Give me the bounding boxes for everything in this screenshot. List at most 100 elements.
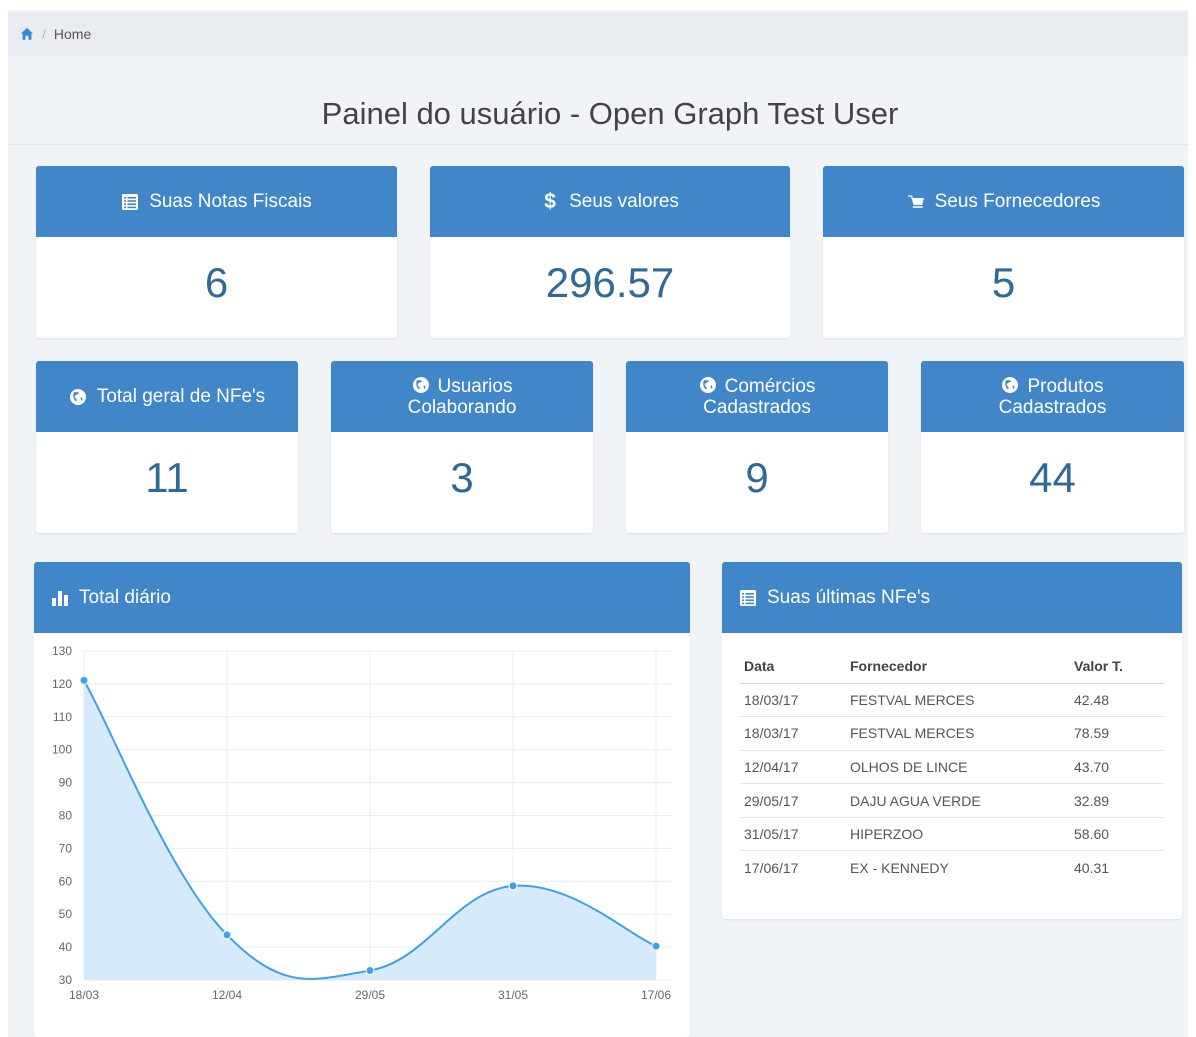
card-header: Comércios Cadastrados (626, 361, 888, 432)
panel-header: Total diário (34, 562, 690, 633)
card-label: Seus valores (569, 191, 679, 212)
cart-icon (907, 195, 924, 208)
table-row[interactable]: 29/05/17 DAJU AGUA VERDE 32.89 (740, 783, 1164, 818)
card-label-line2: Cadastrados (703, 396, 811, 418)
card-value: 44 (1029, 454, 1076, 501)
table-row[interactable]: 18/03/17 FESTVAL MERCES 42.48 (740, 683, 1164, 718)
cell-data: 18/03/17 (740, 716, 846, 751)
breadcrumb-separator: / (42, 26, 46, 42)
x-tick-label: 17/06 (641, 988, 671, 1002)
cell-fornecedor: FESTVAL MERCES (846, 716, 1070, 751)
card-label: Suas Notas Fiscais (149, 191, 312, 212)
card-value: 5 (991, 259, 1016, 306)
total-nfes-card[interactable]: Total geral de NFe's 11 (36, 361, 298, 533)
cell-valor: 40.31 (1074, 860, 1110, 877)
card-label: Total geral de NFe's (96, 386, 266, 407)
data-point (79, 675, 89, 685)
x-tick-label: 12/04 (212, 988, 242, 1002)
globe-icon (699, 376, 716, 393)
table-row[interactable]: 31/05/17 HIPERZOO 58.60 (740, 817, 1164, 852)
column-header-fornecedor: Fornecedor (846, 650, 1070, 684)
notas-fiscais-card[interactable]: Suas Notas Fiscais 6 (36, 166, 397, 338)
y-tick-label: 120 (52, 677, 72, 691)
card-value: 9 (745, 454, 769, 501)
x-tick-label: 31/05 (498, 988, 528, 1002)
card-header: Produtos Cadastrados (921, 361, 1184, 432)
breadcrumb-home-link[interactable]: Home (54, 26, 91, 42)
usuarios-colaborando-card[interactable]: Usuarios Colaborando 3 (331, 361, 593, 533)
card-header: Suas Notas Fiscais (36, 166, 397, 237)
card-header: Seus Fornecedores (823, 166, 1184, 237)
cell-fornecedor: EX - KENNEDY (850, 860, 949, 877)
panel-header: Suas últimas NFe's (722, 562, 1182, 633)
card-label-line1: Produtos (1027, 375, 1104, 397)
card-header: Usuarios Colaborando (331, 361, 593, 432)
card-label: Seus Fornecedores (934, 191, 1101, 212)
cell-data: 29/05/17 (740, 783, 846, 818)
y-tick-label: 30 (59, 973, 73, 987)
dashboard-page: / Home Painel do usuário - Open Graph Te… (8, 10, 1188, 1037)
y-tick-label: 80 (59, 809, 73, 823)
card-label-line2: Colaborando (407, 396, 517, 418)
home-icon[interactable] (20, 27, 34, 41)
card-header: $ Seus valores (430, 166, 790, 237)
breadcrumb: / Home (8, 12, 1188, 56)
ultimas-nfes-panel: Suas últimas NFe's Data Fornecedor Valor… (722, 562, 1182, 919)
x-tick-label: 18/03 (69, 988, 99, 1002)
data-point (651, 941, 661, 951)
data-point (365, 965, 375, 975)
produtos-cadastrados-card[interactable]: Produtos Cadastrados 44 (921, 361, 1184, 533)
cell-data: 31/05/17 (740, 817, 846, 852)
y-tick-label: 40 (59, 940, 73, 954)
card-label-line2: Cadastrados (998, 396, 1107, 418)
table-row[interactable]: 17/06/17 EX - KENNEDY 40.31 (740, 851, 1164, 885)
cell-fornecedor: HIPERZOO (846, 817, 1070, 852)
valores-card[interactable]: $ Seus valores 296.57 (430, 166, 790, 338)
bar-chart-icon (52, 590, 68, 606)
y-tick-label: 130 (52, 644, 72, 658)
cell-data: 12/04/17 (740, 750, 846, 785)
x-tick-label: 29/05 (355, 988, 385, 1002)
dollar-icon: $ (544, 189, 556, 213)
cell-valor: 43.70 (1070, 750, 1164, 785)
y-tick-label: 90 (59, 776, 73, 790)
data-point (508, 881, 518, 891)
card-label-line1: Usuarios (437, 375, 513, 397)
card-value: 3 (450, 454, 474, 501)
daily-total-chart: 30 40 50 60 70 80 90 100 110 120 130 18/03 12/04 29/0… (52, 644, 672, 1002)
cell-fornecedor: OLHOS DE LINCE (846, 750, 1070, 785)
page-title: Painel do usuário - Open Graph Test User (321, 96, 899, 131)
cell-valor: 58.60 (1070, 817, 1164, 852)
globe-icon (412, 376, 429, 393)
card-header: Total geral de NFe's (36, 361, 298, 432)
table-row[interactable]: 18/03/17 FESTVAL MERCES 78.59 (740, 716, 1164, 751)
y-tick-label: 60 (59, 874, 73, 888)
y-tick-label: 50 (59, 907, 73, 921)
cell-valor: 78.59 (1070, 716, 1164, 751)
cell-data: 17/06/17 (744, 860, 799, 877)
data-point (222, 930, 232, 940)
fornecedores-card[interactable]: Seus Fornecedores 5 (823, 166, 1184, 338)
y-tick-label: 100 (52, 743, 72, 757)
cell-valor: 32.89 (1070, 783, 1164, 818)
card-value: 6 (204, 259, 229, 306)
globe-icon (1002, 376, 1019, 393)
card-value: 11 (145, 454, 189, 501)
column-header-valor: Valor T. (1070, 650, 1164, 684)
card-label-line1: Comércios (724, 375, 816, 397)
y-tick-label: 70 (59, 841, 73, 855)
nfe-table: Data Fornecedor Valor T. 18/03/17 FESTVA… (740, 650, 1164, 885)
globe-icon (69, 388, 86, 405)
list-icon (740, 589, 756, 606)
table-row[interactable]: 12/04/17 OLHOS DE LINCE 43.70 (740, 750, 1164, 785)
panel-title: Suas últimas NFe's (767, 586, 931, 608)
title-divider (8, 144, 1188, 145)
cell-fornecedor: DAJU AGUA VERDE (846, 783, 1070, 818)
cell-valor: 42.48 (1070, 683, 1164, 718)
total-diario-panel: Total diário 30 40 50 60 70 80 90 100 110 120 130 1… (34, 562, 690, 1037)
panel-title: Total diário (79, 586, 171, 608)
comercios-cadastrados-card[interactable]: Comércios Cadastrados 9 (626, 361, 888, 533)
table-header-row: Data Fornecedor Valor T. (740, 650, 1164, 684)
y-tick-label: 110 (53, 710, 72, 724)
card-value: 296.57 (545, 259, 675, 306)
